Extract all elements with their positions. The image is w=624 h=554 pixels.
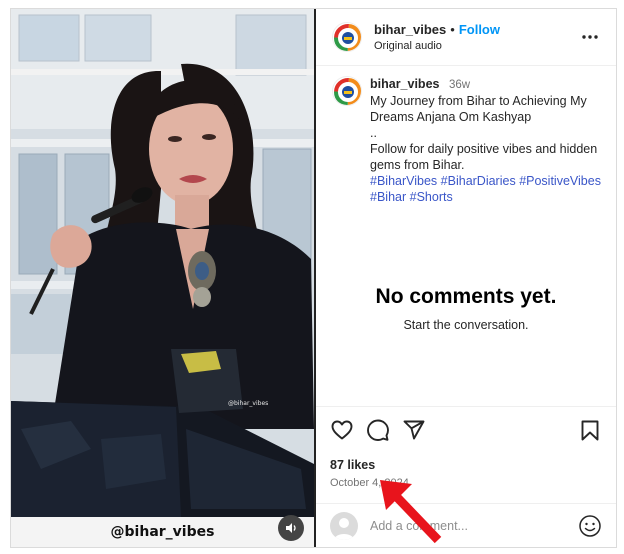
hashtag-link[interactable]: #Bihar [370,190,406,204]
post-header: bihar_vibes • Follow Original audio [316,9,616,66]
save-button[interactable] [578,418,602,442]
emoji-icon [579,514,601,537]
post-date[interactable]: October 4, 2024 [330,477,602,489]
follow-button[interactable]: Follow [459,22,500,37]
hashtag-link[interactable]: #BiharVibes [370,174,437,188]
heart-icon [331,420,353,440]
bihar-vibes-logo-icon [333,77,361,105]
hashtag-link[interactable]: #PositiveVibes [519,174,601,188]
header-separator: • [450,22,455,37]
bookmark-icon [581,420,599,440]
more-options-icon [582,35,598,39]
caption-line-1: My Journey from Bihar to Achieving My Dr… [370,94,587,124]
video-player[interactable]: @bihar_vibes @bihar_vibes [11,9,314,547]
comment-composer [316,503,616,547]
more-options-button[interactable] [578,25,602,49]
header-username[interactable]: bihar_vibes [374,22,446,37]
video-caption-text: @bihar_vibes [110,524,215,540]
post-actions: 87 likes October 4, 2024 [316,406,616,489]
share-button[interactable] [402,418,426,442]
speaker-icon [286,523,296,533]
user-avatar [330,511,358,540]
post-caption: bihar_vibes 36w My Journey from Bihar to… [316,66,616,205]
post-modal: @bihar_vibes @bihar_vibes bihar_vibes • … [10,8,617,548]
comment-icon [367,419,389,441]
hashtag-link[interactable]: #Shorts [410,190,453,204]
caption-line-3: Follow for daily positive vibes and hidd… [370,142,598,172]
share-icon [403,420,425,440]
hashtag-link[interactable]: #BiharDiaries [441,174,516,188]
annotation-arrow-icon [380,480,442,544]
empty-comments-title: No comments yet. [375,285,557,308]
caption-line-2: .. [370,126,377,140]
caption-hashtags: #BiharVibes #BiharDiaries #PositiveVibes… [370,173,602,205]
empty-comments-subtitle: Start the conversation. [403,318,529,332]
video-frame [11,9,314,547]
video-caption-bar: @bihar_vibes [11,517,314,547]
video-watermark: @bihar_vibes [228,400,269,407]
comment-button[interactable] [366,418,390,442]
likes-count[interactable]: 87 likes [330,458,602,472]
audio-label[interactable]: Original audio [374,40,578,52]
emoji-button[interactable] [578,514,602,538]
caption-avatar[interactable] [332,76,362,106]
default-user-icon [334,517,354,540]
like-button[interactable] [330,418,354,442]
profile-avatar[interactable] [332,22,362,52]
bihar-vibes-logo-icon [333,23,361,51]
audio-toggle-button[interactable] [278,515,304,541]
empty-comments-state: No comments yet. Start the conversation. [316,285,616,332]
caption-username[interactable]: bihar_vibes [370,77,439,91]
post-panel: bihar_vibes • Follow Original audio biha… [316,9,616,547]
caption-timestamp[interactable]: 36w [449,79,470,91]
